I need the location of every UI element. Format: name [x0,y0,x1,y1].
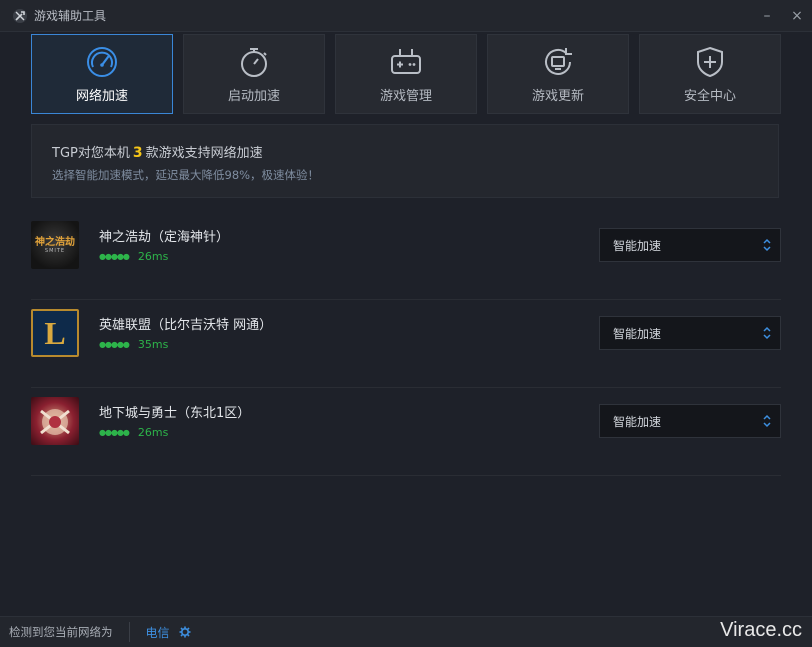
tab-label: 安全中心 [683,89,736,104]
tab-launch-acceleration[interactable]: 启动加速 [183,34,325,114]
acceleration-mode-select[interactable]: 智能加速 [599,316,781,350]
updown-chevron-icon [763,326,771,340]
updown-chevron-icon [763,238,771,252]
game-thumbnail-lol: L [31,309,79,357]
signal-strength-icon: ●●●●● [99,252,130,261]
game-latency: ●●●●● 35ms [99,338,168,351]
smite-logo-text: 神之浩劫 [35,236,75,248]
tab-label: 游戏更新 [531,89,584,104]
refresh-monitor-icon [545,48,572,75]
game-name: 神之浩劫（定海神针） [99,230,230,245]
close-button[interactable]: × [782,0,812,32]
divider [128,622,130,642]
tab-game-update[interactable]: 游戏更新 [487,34,629,114]
game-row: L 英雄联盟（比尔吉沃特 网通） ●●●●● 35ms 智能加速 [31,300,781,388]
summary-suffix: 款游戏支持网络加速 [145,146,263,161]
speedometer-icon [87,47,117,77]
selected-mode: 智能加速 [613,238,662,253]
game-name: 地下城与勇士（东北1区） [99,406,251,421]
lol-logo-letter: L [44,314,66,351]
game-thumbnail-smite: 神之浩劫 SMITE [31,221,79,269]
shield-icon [697,46,723,78]
latency-value: 26ms [137,250,169,263]
latency-value: 26ms [137,426,169,439]
signal-strength-icon: ●●●●● [99,428,130,437]
network-detect-label: 检测到您当前网络为 [9,625,113,639]
status-bar: 检测到您当前网络为 电信 Virace.cc [0,616,812,647]
gear-icon[interactable] [179,626,191,638]
supported-game-count: 3 [132,145,143,161]
watermark: Virace.cc [720,619,802,641]
acceleration-mode-select[interactable]: 智能加速 [599,228,781,262]
tab-label: 游戏管理 [379,89,432,104]
game-latency: ●●●●● 26ms [99,250,168,263]
tab-game-management[interactable]: 游戏管理 [335,34,477,114]
acceleration-info-panel: TGP对您本机 3 款游戏支持网络加速 选择智能加速模式，延迟最大降低98%，极速体… [31,124,779,198]
tab-label: 网络加速 [75,89,128,104]
gamepad-icon [391,49,421,74]
signal-strength-icon: ●●●●● [99,340,130,349]
minimize-button[interactable]: – [752,0,782,32]
game-latency: ●●●●● 26ms [99,426,168,439]
selected-mode: 智能加速 [613,326,662,341]
smite-logo-subtext: SMITE [44,247,66,254]
stopwatch-icon [241,48,267,77]
title-bar: 游戏辅助工具 – × [0,0,812,32]
selected-mode: 智能加速 [613,414,662,429]
window-title: 游戏辅助工具 [34,9,107,23]
game-row: 地下城与勇士（东北1区） ●●●●● 26ms 智能加速 [31,388,781,476]
supported-games-summary: TGP对您本机 3 款游戏支持网络加速 [52,142,758,161]
network-carrier-link[interactable]: 电信 [146,624,170,641]
game-name: 英雄联盟（比尔吉沃特 网通） [99,318,273,333]
tab-security-center[interactable]: 安全中心 [639,34,781,114]
game-row: 神之浩劫 SMITE 神之浩劫（定海神针） ●●●●● 26ms 智能加速 [31,212,781,300]
tab-network-acceleration[interactable]: 网络加速 [31,34,173,114]
updown-chevron-icon [763,414,771,428]
feature-tabs: 网络加速 启动加速 游戏管理 游戏更新 安全中心 [31,34,781,114]
summary-prefix: TGP对您本机 [52,146,130,161]
dnf-logo-emblem [40,409,70,435]
acceleration-tip: 选择智能加速模式，延迟最大降低98%，极速体验！ [52,168,320,182]
wrench-screwdriver-icon [13,8,27,23]
game-thumbnail-dnf [31,397,79,445]
latency-value: 35ms [137,338,169,351]
tab-label: 启动加速 [227,89,280,104]
acceleration-mode-select[interactable]: 智能加速 [599,404,781,438]
